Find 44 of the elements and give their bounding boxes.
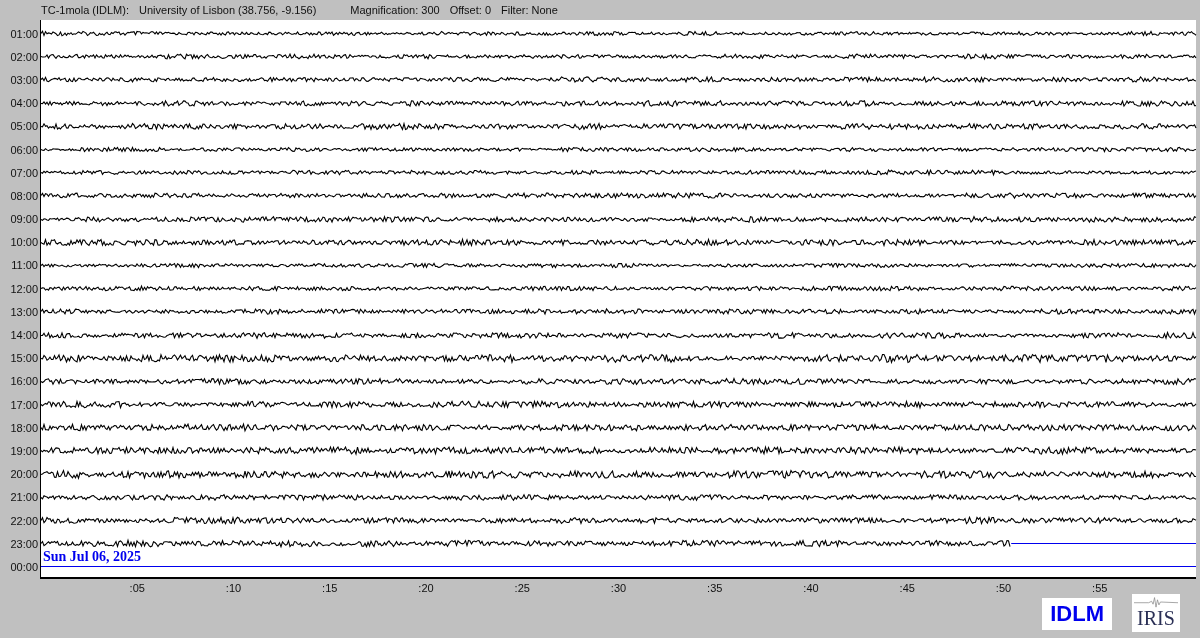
hour-label: 18:00	[10, 421, 38, 434]
hour-label: 16:00	[10, 375, 38, 388]
minute-tick-label: :45	[899, 582, 915, 594]
hour-label: 14:00	[10, 329, 38, 342]
hour-label: 22:00	[10, 514, 38, 527]
station-label: TC-1mola (IDLM):	[41, 4, 129, 16]
minute-tick-label: :55	[1092, 582, 1108, 594]
hour-label: 19:00	[10, 444, 38, 457]
minute-tick-label: :15	[322, 582, 338, 594]
hour-label: 02:00	[10, 50, 38, 63]
hour-label: 01:00	[10, 27, 38, 40]
hour-label: 06:00	[10, 143, 38, 156]
hour-label: 11:00	[11, 259, 38, 272]
hour-label: 09:00	[10, 213, 38, 226]
hour-label: 05:00	[10, 120, 38, 133]
minute-tick-label: :50	[995, 582, 1012, 594]
filter-label: Filter: None	[501, 4, 558, 16]
hour-label: 20:00	[10, 468, 38, 481]
consortium-logo: IRIS	[1132, 594, 1180, 632]
minute-tick-label: :30	[610, 582, 627, 594]
hour-label: 07:00	[10, 166, 38, 179]
minute-tick-label: :05	[129, 582, 145, 594]
hour-label: 10:00	[10, 236, 38, 249]
minute-tick-label: :20	[418, 582, 434, 594]
location-label: University of Lisbon (38.756, -9.156)	[139, 4, 317, 16]
magnification-label: Magnification: 300	[350, 4, 440, 16]
seismic-wave-icon	[1134, 596, 1178, 608]
hour-label: 21:00	[10, 491, 38, 504]
minute-tick-label: :10	[225, 582, 242, 594]
hour-label: 13:00	[10, 305, 38, 318]
hour-label: 12:00	[10, 282, 38, 295]
offset-label: Offset: 0	[449, 4, 491, 16]
date-label: Sun Jul 06, 2025	[43, 549, 142, 566]
hour-label: 08:00	[10, 189, 38, 202]
network-logo: IDLM	[1042, 598, 1112, 630]
hour-label: 03:00	[10, 73, 38, 86]
minute-tick-label: :25	[514, 582, 530, 594]
hour-label: 17:00	[10, 398, 38, 411]
minute-tick-label: :35	[707, 582, 723, 594]
hour-label: 23:00	[10, 537, 38, 550]
hour-label: 04:00	[10, 97, 38, 110]
hour-label: 00:00	[10, 560, 38, 573]
hour-label: 15:00	[10, 352, 38, 365]
minute-tick-label: :40	[803, 582, 819, 594]
